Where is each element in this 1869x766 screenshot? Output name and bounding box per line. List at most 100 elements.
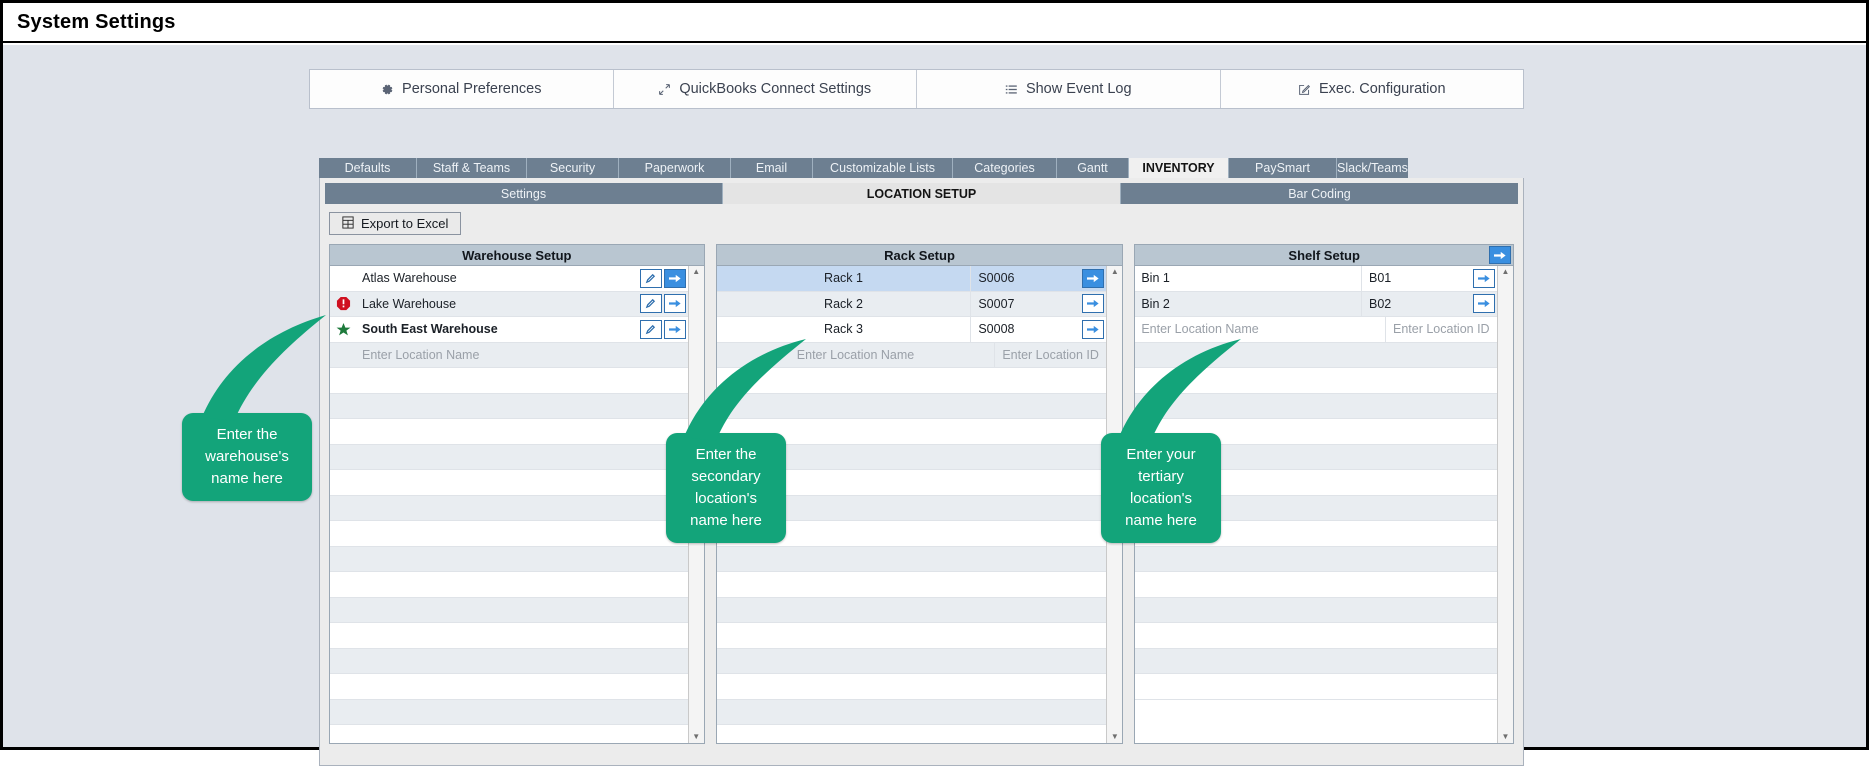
warehouse-setup-title: Warehouse Setup [462,247,572,263]
callout-shelf: Enter your tertiary location's name here [1101,339,1241,543]
row-actions [1473,268,1497,288]
go-arrow-icon-button[interactable] [1082,319,1105,339]
empty-row [330,572,688,598]
go-arrow-icon-button[interactable] [1473,268,1495,288]
rack-id-input[interactable]: Enter Location ID [994,342,1106,367]
tab-security[interactable]: Security [527,158,619,178]
rack-id: S0007 [970,291,1082,316]
tab-inventory[interactable]: INVENTORY [1129,158,1229,178]
edit-icon-button[interactable] [639,294,662,314]
warehouse-grid-body: Atlas Warehouse Lake Warehouse South Eas… [330,266,704,743]
warehouse-rows: Atlas Warehouse Lake Warehouse South Eas… [330,266,688,743]
scroll-down-icon[interactable]: ▼ [692,733,700,741]
shelf-scrollbar[interactable]: ▲ ▼ [1497,266,1513,743]
show-event-log-button[interactable]: Show Event Log [917,70,1221,108]
row-actions [1473,294,1497,314]
warehouse-setup-header: Warehouse Setup [330,245,704,266]
subtab-location-setup-label: LOCATION SETUP [866,186,977,201]
edit-icon-button[interactable] [639,319,662,339]
tab-paperwork-label: Paperwork [644,161,705,175]
tab-customizable-lists-label: Customizable Lists [830,161,935,175]
rack-setup-title: Rack Setup [884,247,955,263]
table-row[interactable]: Rack 2 S0007 [716,291,1107,317]
tab-slack-teams[interactable]: Slack/Teams [1337,158,1408,178]
new-warehouse-row[interactable]: Enter Location Name [330,342,688,368]
page-title: System Settings [17,10,176,33]
empty-row [716,674,1107,700]
shelf-name: Bin 2 [1141,296,1170,311]
export-to-excel-label: Export to Excel [361,216,449,231]
personal-preferences-button[interactable]: Personal Preferences [310,70,614,108]
excel-icon [342,215,354,232]
subtab-settings[interactable]: Settings [325,183,723,204]
tab-inventory-label: INVENTORY [1142,161,1215,175]
go-arrow-icon-button[interactable] [1082,294,1105,314]
app-window: System Settings Personal Preferences Qui… [0,0,1869,766]
subtab-location-setup[interactable]: LOCATION SETUP [723,183,1121,204]
scroll-up-icon[interactable]: ▲ [1502,268,1510,276]
rack-id: S0008 [970,317,1082,342]
tab-categories[interactable]: Categories [953,158,1057,178]
go-arrow-icon-button[interactable] [663,268,686,288]
shelf-name-input[interactable]: Enter Location Name [1135,322,1385,336]
table-row[interactable]: Lake Warehouse [330,291,688,317]
exec-configuration-button[interactable]: Exec. Configuration [1220,70,1523,108]
row-actions [1082,319,1106,339]
table-row[interactable]: Rack 1 S0006 [716,266,1107,292]
tab-customizable-lists[interactable]: Customizable Lists [813,158,953,178]
empty-row [716,648,1107,674]
export-to-excel-button[interactable]: Export to Excel [329,212,462,235]
exec-configuration-label: Exec. Configuration [1318,81,1446,97]
go-arrow-icon-button[interactable] [663,319,686,339]
tab-security-label: Security [549,161,596,175]
go-arrow-icon-button[interactable] [663,294,686,314]
empty-row [716,623,1107,649]
warehouse-setup-grid: Warehouse Setup Atlas Warehouse Lake War… [329,244,705,744]
table-row[interactable]: Bin 1 B01 [1135,266,1497,292]
empty-row [1135,546,1497,572]
tab-paysmart-label: PaySmart [1255,161,1310,175]
window-header: System Settings [3,3,1866,43]
row-actions [639,268,688,288]
subtab-bar-coding[interactable]: Bar Coding [1121,183,1518,204]
tab-paperwork[interactable]: Paperwork [619,158,731,178]
shelf-header-go-arrow-icon-button[interactable] [1489,246,1511,264]
tab-gantt[interactable]: Gantt [1057,158,1129,178]
edit-icon-button[interactable] [639,268,662,288]
empty-row [330,444,688,470]
callout-tail [684,339,806,441]
tab-defaults[interactable]: Defaults [319,158,417,178]
scroll-down-icon[interactable]: ▼ [1502,733,1510,741]
table-row[interactable]: Atlas Warehouse [330,266,688,292]
table-row[interactable]: South East Warehouse [330,317,688,343]
empty-row [330,623,688,649]
warehouse-name-input[interactable]: Enter Location Name [356,348,688,362]
subtab-bar-coding-label: Bar Coding [1288,186,1351,201]
shelf-name: Bin 1 [1141,271,1170,286]
callout-shelf-text: Enter your tertiary location's name here [1101,433,1221,543]
quickbooks-connect-settings-button[interactable]: QuickBooks Connect Settings [613,70,917,108]
scroll-down-icon[interactable]: ▼ [1111,733,1119,741]
row-actions [1082,268,1106,288]
tab-categories-label: Categories [974,161,1035,175]
stop-icon [330,296,356,311]
tab-staff-teams[interactable]: Staff & Teams [417,158,527,178]
callout-tail [202,315,326,421]
callout-warehouse: Enter the warehouse's name here [182,315,326,501]
table-row[interactable]: Bin 2 B02 [1135,291,1497,317]
tab-email[interactable]: Email [731,158,813,178]
warehouse-name: Atlas Warehouse [362,271,457,286]
empty-row [330,674,688,700]
edit-square-icon [1298,83,1311,96]
scroll-up-icon[interactable]: ▲ [692,268,700,276]
show-event-log-label: Show Event Log [1025,81,1132,97]
shelf-id-input[interactable]: Enter Location ID [1385,317,1497,342]
empty-row [330,368,688,394]
scroll-up-icon[interactable]: ▲ [1111,268,1119,276]
personal-preferences-label: Personal Preferences [402,81,542,97]
tab-paysmart[interactable]: PaySmart [1229,158,1337,178]
inventory-subtabs: Settings LOCATION SETUP Bar Coding [325,183,1518,204]
inventory-panel: Settings LOCATION SETUP Bar Coding Expor… [319,178,1524,766]
go-arrow-icon-button[interactable] [1473,294,1495,314]
go-arrow-icon-button[interactable] [1082,268,1105,288]
